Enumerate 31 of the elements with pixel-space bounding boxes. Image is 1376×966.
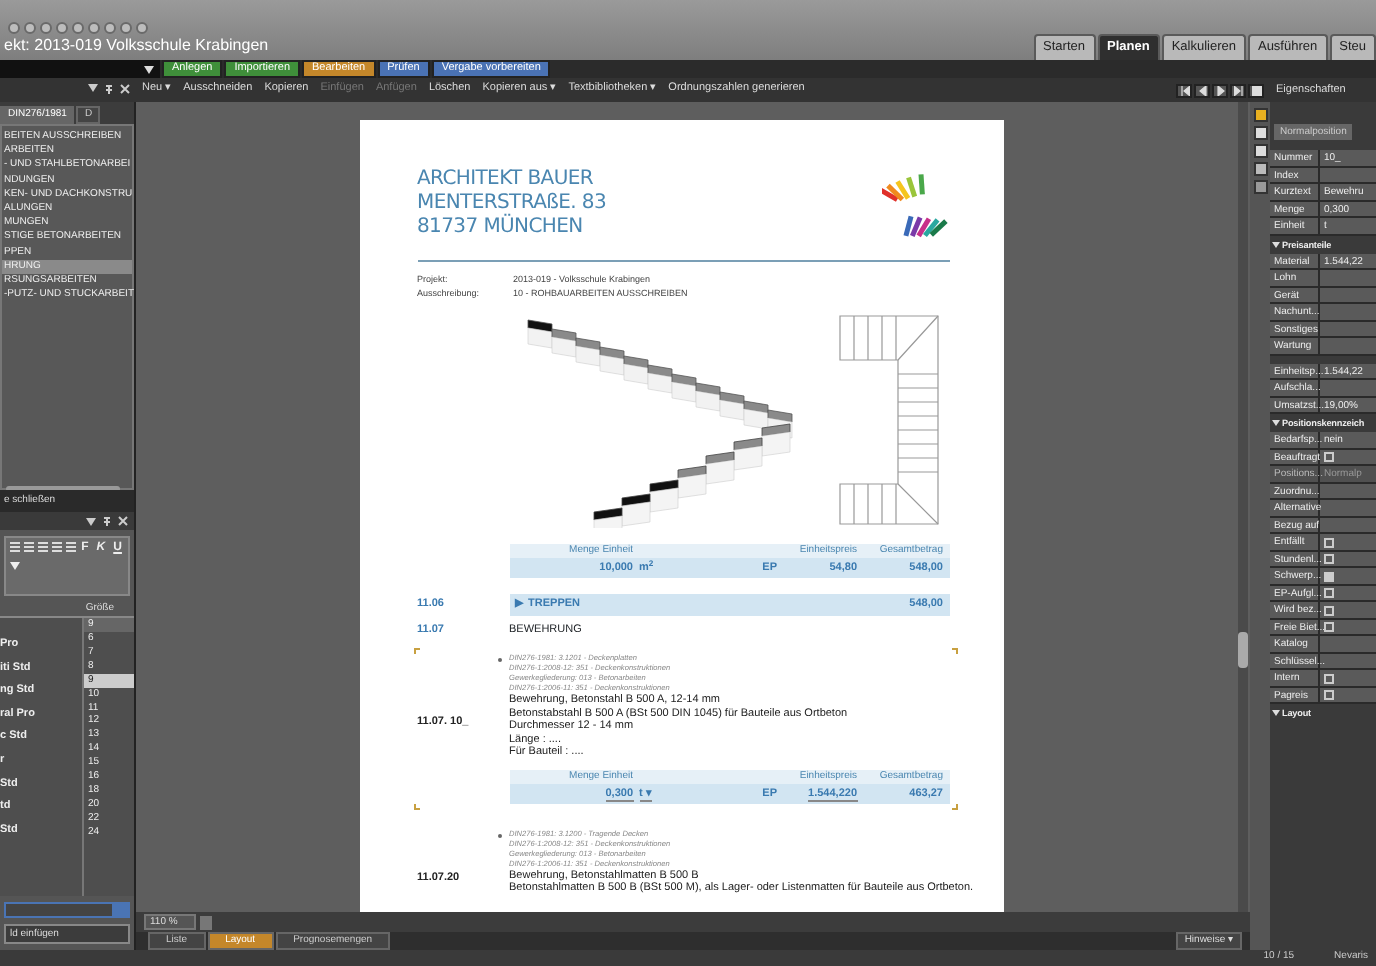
caret-icon[interactable] (1272, 420, 1280, 426)
checkbox[interactable] (1324, 622, 1334, 632)
checkbox[interactable] (1324, 588, 1334, 598)
caret-icon[interactable] (1272, 241, 1280, 247)
address-line: MENTERSTRAßE. 83 (417, 192, 607, 214)
next-icon[interactable] (1215, 85, 1225, 95)
checkbox[interactable] (1324, 537, 1334, 547)
corner-mark (951, 648, 957, 654)
checkbox[interactable] (1324, 554, 1334, 564)
caret-icon[interactable] (144, 65, 154, 73)
window-title: ekt: 2013-019 Volksschule Krabingen (2, 34, 269, 58)
previous-icon[interactable] (1197, 85, 1207, 95)
scrollbar-thumb[interactable] (1238, 632, 1248, 668)
checkbox[interactable] (1324, 452, 1334, 462)
checkbox[interactable] (1324, 605, 1334, 615)
last-page-icon[interactable] (1233, 85, 1243, 95)
address-line: ARCHITEKT BAUER (417, 168, 596, 192)
first-page-icon[interactable] (1179, 85, 1189, 95)
checkbox[interactable] (1324, 571, 1334, 581)
caret-icon[interactable] (1272, 710, 1280, 716)
close-icon[interactable] (118, 516, 128, 526)
pin-icon[interactable] (102, 515, 112, 527)
corner-mark (413, 648, 419, 654)
checkbox[interactable] (1324, 673, 1334, 683)
pin-icon[interactable] (104, 84, 114, 96)
checkbox[interactable] (1324, 690, 1334, 700)
caret-icon[interactable] (86, 517, 96, 525)
caret-icon[interactable] (88, 84, 98, 92)
corner-mark (413, 803, 419, 809)
address-line: 81737 MÜNCHEN (417, 216, 585, 240)
close-icon[interactable] (120, 84, 130, 94)
